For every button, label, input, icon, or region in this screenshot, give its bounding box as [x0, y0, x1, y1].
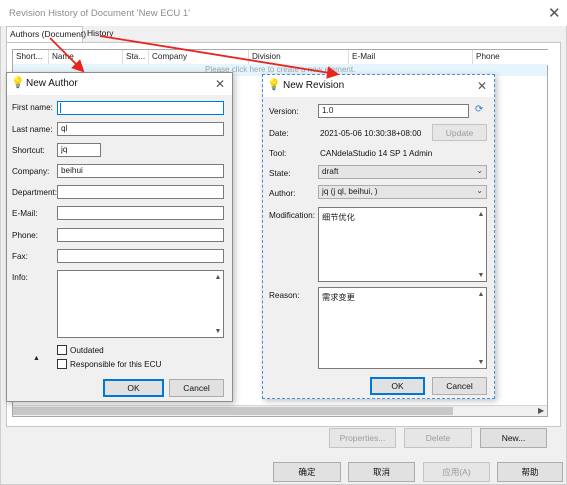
fax-label: Fax: — [12, 252, 28, 261]
version-label: Version: — [269, 107, 299, 116]
modification-scroll-down-icon[interactable]: ▼ — [476, 270, 486, 280]
new-author-close-icon[interactable]: ✕ — [215, 77, 225, 92]
tool-value: CANdelaStudio 14 SP 1 Admin — [320, 149, 433, 158]
author-select[interactable]: jq (j ql, beihui, ) ⌄ — [318, 185, 487, 199]
apply-button[interactable]: 应用(A) — [423, 462, 490, 482]
scroll-right-icon[interactable]: ▶ — [538, 406, 544, 415]
department-field[interactable] — [57, 185, 224, 199]
company-label: Company: — [12, 167, 50, 176]
lightbulb-icon: 💡 — [267, 79, 281, 91]
increment-version-icon[interactable]: ⟳ — [475, 104, 483, 115]
author-ok-button[interactable]: OK — [103, 379, 164, 397]
reason-scroll-down-icon[interactable]: ▼ — [476, 357, 486, 367]
author-cancel-button[interactable]: Cancel — [169, 379, 224, 397]
help-button[interactable]: 帮助 — [497, 462, 563, 482]
revision-ok-button[interactable]: OK — [370, 377, 425, 395]
delete-button[interactable]: Delete — [404, 428, 472, 448]
column-header-phone[interactable]: Phone — [473, 50, 548, 65]
horizontal-scrollbar[interactable] — [13, 405, 547, 416]
modification-field[interactable]: 细节优化 — [318, 207, 487, 282]
outdated-checkbox[interactable] — [57, 345, 67, 355]
author-value: jq (j ql, beihui, ) — [322, 187, 378, 196]
reason-label: Reason: — [269, 291, 300, 300]
tab-authors-document[interactable]: Authors (Document) — [6, 26, 86, 43]
tab-history[interactable]: History — [84, 26, 118, 43]
outdated-label[interactable]: Outdated — [70, 346, 104, 355]
first-name-field[interactable] — [57, 101, 224, 115]
department-label: Department: — [12, 188, 58, 197]
date-label: Date: — [269, 129, 289, 138]
state-select[interactable]: draft ⌄ — [318, 165, 487, 179]
scrollbar-thumb[interactable] — [13, 407, 453, 415]
responsible-label[interactable]: Responsible for this ECU — [70, 360, 161, 369]
window-close-icon[interactable]: ✕ — [548, 6, 561, 21]
date-value: 2021-05-06 10:30:38+08:00 — [320, 129, 422, 138]
update-button[interactable]: Update — [432, 124, 487, 141]
phone-label: Phone: — [12, 231, 38, 240]
chevron-down-icon: ⌄ — [476, 166, 483, 175]
info-scroll-down-icon[interactable]: ▼ — [213, 326, 223, 336]
reason-field[interactable]: 需求变更 — [318, 287, 487, 369]
fax-field[interactable] — [57, 249, 224, 263]
column-header-name[interactable]: Name — [49, 50, 123, 65]
column-header-email[interactable]: E-Mail — [349, 50, 473, 65]
email-field[interactable] — [57, 206, 224, 220]
reason-scroll-up-icon[interactable]: ▲ — [476, 289, 486, 299]
last-name-field[interactable]: ql — [57, 122, 224, 136]
column-header-company[interactable]: Company — [149, 50, 249, 65]
last-name-label: Last name: — [12, 125, 53, 134]
new-revision-close-icon[interactable]: ✕ — [477, 79, 487, 94]
tab-bar: Authors (Document) History — [6, 26, 560, 43]
column-header-shortcut[interactable]: Short... — [13, 50, 49, 65]
new-author-title: New Author — [26, 78, 78, 89]
tool-label: Tool: — [269, 149, 287, 158]
company-field[interactable]: beihui — [57, 164, 224, 178]
person-icon: ▲ — [33, 355, 40, 362]
lightbulb-icon: 💡 — [11, 77, 25, 89]
column-header-state[interactable]: Sta... — [123, 50, 149, 65]
state-value: draft — [322, 167, 339, 176]
state-label: State: — [269, 169, 291, 178]
info-label: Info: — [12, 273, 28, 282]
phone-field[interactable] — [57, 228, 224, 242]
email-label: E-Mail: — [12, 209, 38, 218]
window-title: Revision History of Document 'New ECU 1' — [9, 8, 191, 19]
first-name-label: First name: — [12, 103, 53, 112]
ok-button[interactable]: 确定 — [273, 462, 341, 482]
revision-cancel-button[interactable]: Cancel — [432, 377, 487, 395]
version-field[interactable]: 1.0 — [318, 104, 469, 118]
chevron-down-icon: ⌄ — [476, 186, 483, 195]
cancel-button[interactable]: 取消 — [348, 462, 415, 482]
modification-scroll-up-icon[interactable]: ▲ — [476, 209, 486, 219]
responsible-checkbox[interactable] — [57, 359, 67, 369]
text-cursor — [60, 103, 61, 113]
shortcut-label: Shortcut: — [12, 146, 45, 155]
new-button[interactable]: New... — [480, 428, 547, 448]
info-scroll-up-icon[interactable]: ▲ — [213, 272, 223, 282]
column-header-division[interactable]: Division — [249, 50, 349, 65]
info-field[interactable] — [57, 270, 224, 338]
properties-button[interactable]: Properties... — [329, 428, 396, 448]
shortcut-field[interactable]: jq — [57, 143, 101, 157]
author-label: Author: — [269, 189, 296, 198]
new-revision-title: New Revision — [283, 80, 345, 91]
modification-label: Modification: — [269, 211, 315, 220]
